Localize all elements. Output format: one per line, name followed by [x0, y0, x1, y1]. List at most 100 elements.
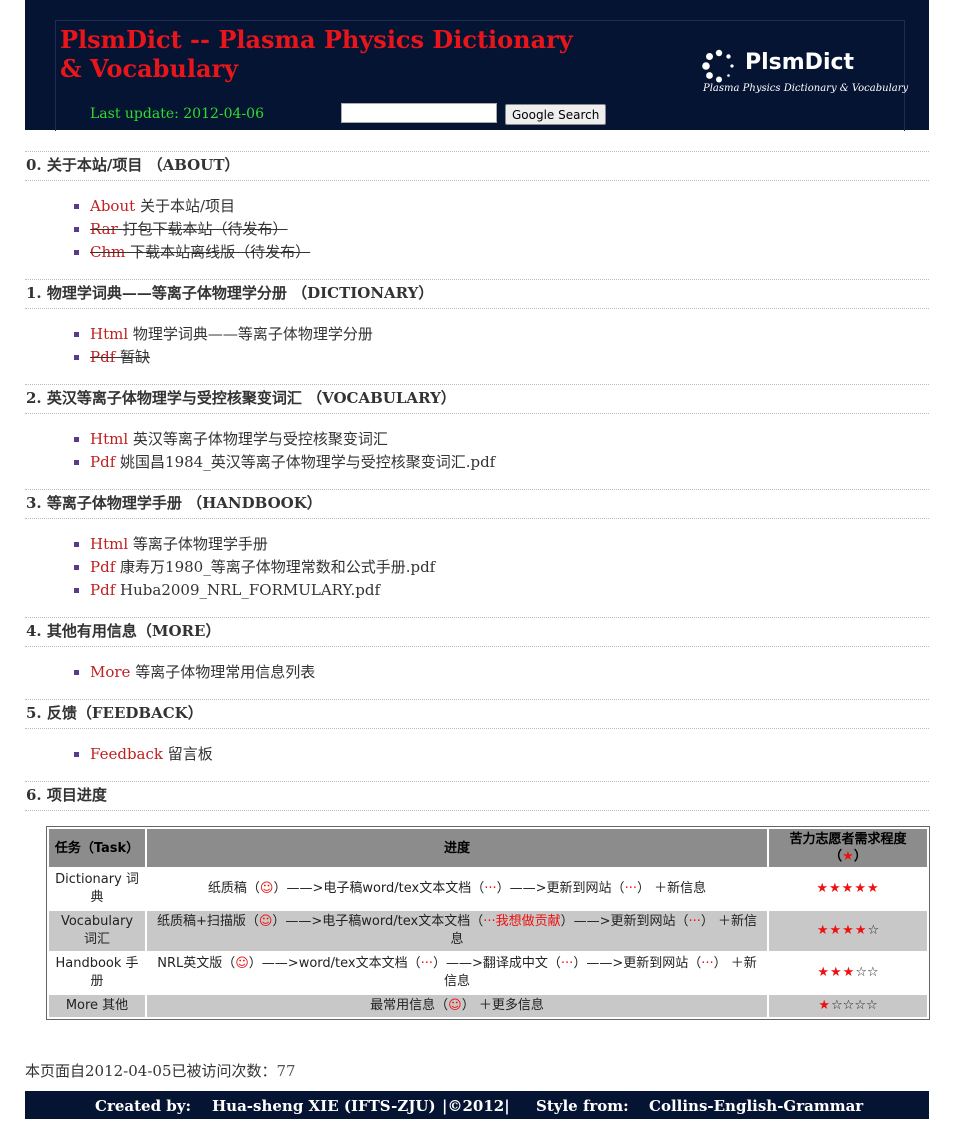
list-item: More 等离子体物理常用信息列表 — [90, 661, 929, 684]
handbook-list: Html 等离子体物理学手册 Pdf 康寿万1980_等离子体物理常数和公式手册… — [25, 533, 929, 602]
header-inner: PlsmDict -- Plasma Physics Dictionary & … — [55, 20, 908, 131]
footer-style-link[interactable]: Collins-English-Grammar — [649, 1097, 863, 1115]
site-header: PlsmDict -- Plasma Physics Dictionary & … — [25, 0, 929, 131]
more-list: More 等离子体物理常用信息列表 — [25, 661, 929, 684]
list-item-text: 打包下载本站（待发布） — [122, 220, 288, 238]
nrl-pdf-link[interactable]: Pdf — [90, 581, 115, 599]
about-link[interactable]: About — [90, 197, 135, 215]
site-title: PlsmDict -- Plasma Physics Dictionary & … — [60, 25, 573, 83]
smile-icon: ☺ — [235, 956, 249, 971]
section-heading-progress: 6. 项目进度 — [25, 781, 929, 811]
filled-stars: ★★★★ — [816, 923, 868, 938]
list-item-text: Huba2009_NRL_FORMULARY.pdf — [120, 581, 380, 599]
list-item-text: 下载本站离线版（待发布） — [130, 243, 311, 261]
list-item: Html 英汉等离子体物理学与受控核聚变词汇 — [90, 428, 929, 451]
list-item-text: 留言板 — [167, 745, 213, 763]
footer-style-label: Style from: — [536, 1097, 629, 1115]
empty-stars: ☆ — [867, 923, 880, 938]
list-item-text: 英汉等离子体物理学与受控核聚变词汇 — [132, 430, 388, 448]
feedback-link[interactable]: Feedback — [90, 745, 163, 763]
need-cell: ★★★★★ — [769, 869, 927, 909]
smile-icon: ☺ — [259, 881, 274, 896]
empty-stars: ☆☆ — [855, 965, 879, 980]
logo-dots-icon — [702, 49, 734, 83]
chm-link[interactable]: Chm — [90, 243, 125, 261]
section-heading-about: 0. 关于本站/项目 （ABOUT） — [25, 151, 929, 181]
smile-icon: ☺ — [258, 914, 273, 929]
filled-stars: ★ — [818, 998, 832, 1013]
ellipsis-link[interactable]: ··· — [561, 956, 573, 971]
ellipsis-link[interactable]: ··· — [484, 881, 496, 896]
list-item-text: 等离子体物理学手册 — [132, 535, 268, 553]
site-footer: Created by: Hua-sheng XIE (IFTS-ZJU) |©2… — [25, 1091, 929, 1119]
task-cell: More 其他 — [49, 995, 145, 1017]
task-cell: Vocabulary 词汇 — [49, 911, 145, 951]
dictionary-list: Html 物理学词典——等离子体物理学分册 Pdf 暂缺 — [25, 323, 929, 369]
table-row: Vocabulary 词汇 纸质稿+扫描版（☺）——>电子稿word/tex文本… — [49, 911, 927, 951]
section-heading-dictionary: 1. 物理学词典——等离子体物理学分册 （DICTIONARY） — [25, 279, 929, 309]
progress-table: 任务（Task） 进度 苦力志愿者需求程度（★） Dictionary 词典 纸… — [46, 826, 930, 1020]
logo-name: PlsmDict — [745, 50, 855, 75]
ellipsis-link[interactable]: ··· — [701, 956, 713, 971]
ellipsis-link[interactable]: ··· — [625, 881, 637, 896]
section-heading-handbook: 3. 等离子体物理学手册 （HANDBOOK） — [25, 489, 929, 519]
list-item: Html 物理学词典——等离子体物理学分册 — [90, 323, 929, 346]
list-item: Pdf 康寿万1980_等离子体物理常数和公式手册.pdf — [90, 556, 929, 579]
star-icon: ★ — [842, 849, 854, 864]
vocabulary-list: Html 英汉等离子体物理学与受控核聚变词汇 Pdf 姚国昌1984_英汉等离子… — [25, 428, 929, 474]
visit-label: 本页面自2012-04-05已被访问次数： — [25, 1062, 277, 1080]
visit-counter: 本页面自2012-04-05已被访问次数：77 — [25, 1060, 296, 1081]
list-item-text: 姚国昌1984_英汉等离子体物理学与受控核聚变词汇.pdf — [120, 453, 496, 471]
logo-tagline: Plasma Physics Dictionary & Vocabulary — [703, 83, 909, 94]
visit-count: 77 — [276, 1062, 296, 1080]
footer-copyright: |©2012| — [442, 1097, 510, 1115]
section-heading-feedback: 5. 反馈（FEEDBACK） — [25, 699, 929, 729]
main-content: 0. 关于本站/项目 （ABOUT） About 关于本站/项目 Rar 打包下… — [25, 151, 930, 1020]
list-item: Pdf Huba2009_NRL_FORMULARY.pdf — [90, 579, 929, 602]
progress-cell: 最常用信息（☺） ＋更多信息 — [147, 995, 767, 1017]
plsmdict-logo: PlsmDict Plasma Physics Dictionary & Voc… — [701, 47, 908, 107]
contribute-link[interactable]: ···我想做贡献 — [483, 914, 560, 929]
list-item: Pdf 暂缺 — [90, 346, 929, 369]
column-header-need: 苦力志愿者需求程度（★） — [769, 829, 927, 867]
list-item: Rar 打包下载本站（待发布） — [90, 218, 929, 241]
need-cell: ★☆☆☆☆ — [769, 995, 927, 1017]
feedback-list: Feedback 留言板 — [25, 743, 929, 766]
table-header-row: 任务（Task） 进度 苦力志愿者需求程度（★） — [49, 829, 927, 867]
dictionary-html-link[interactable]: Html — [90, 325, 128, 343]
list-item: About 关于本站/项目 — [90, 195, 929, 218]
dictionary-pdf-link[interactable]: Pdf — [90, 348, 115, 366]
vocabulary-pdf-link[interactable]: Pdf — [90, 453, 115, 471]
list-item-text: 暂缺 — [120, 348, 151, 366]
list-item: Html 等离子体物理学手册 — [90, 533, 929, 556]
footer-created-label: Created by: — [95, 1097, 192, 1115]
progress-cell: 纸质稿（☺）——>电子稿word/tex文本文档（···）——>更新到网站（··… — [147, 869, 767, 909]
need-cell: ★★★☆☆ — [769, 953, 927, 993]
rar-link[interactable]: Rar — [90, 220, 118, 238]
more-link[interactable]: More — [90, 663, 130, 681]
section-heading-more: 4. 其他有用信息（MORE） — [25, 617, 929, 647]
list-item: Feedback 留言板 — [90, 743, 929, 766]
footer-author[interactable]: Hua-sheng XIE (IFTS-ZJU) — [212, 1097, 436, 1115]
google-search-button[interactable]: Google Search — [505, 104, 607, 125]
list-item: Pdf 姚国昌1984_英汉等离子体物理学与受控核聚变词汇.pdf — [90, 451, 929, 474]
smile-icon: ☺ — [448, 998, 462, 1013]
last-update-text: Last update: 2012-04-06 — [90, 106, 264, 122]
search-input[interactable] — [341, 103, 497, 123]
list-item-text: 关于本站/项目 — [139, 197, 235, 215]
vocabulary-html-link[interactable]: Html — [90, 430, 128, 448]
table-row: Dictionary 词典 纸质稿（☺）——>电子稿word/tex文本文档（·… — [49, 869, 927, 909]
task-cell: Handbook 手册 — [49, 953, 145, 993]
handbook-pdf-link[interactable]: Pdf — [90, 558, 115, 576]
column-header-task: 任务（Task） — [49, 829, 145, 867]
handbook-html-link[interactable]: Html — [90, 535, 128, 553]
list-item: Chm 下载本站离线版（待发布） — [90, 241, 929, 264]
list-item-text: 物理学词典——等离子体物理学分册 — [132, 325, 373, 343]
about-list: About 关于本站/项目 Rar 打包下载本站（待发布） Chm 下载本站离线… — [25, 195, 929, 264]
empty-stars: ☆☆☆☆ — [831, 998, 878, 1013]
table-row: Handbook 手册 NRL英文版（☺）——>word/tex文本文档（···… — [49, 953, 927, 993]
column-header-progress: 进度 — [147, 829, 767, 867]
ellipsis-link[interactable]: ··· — [421, 956, 433, 971]
need-cell: ★★★★☆ — [769, 911, 927, 951]
ellipsis-link[interactable]: ··· — [689, 914, 701, 929]
